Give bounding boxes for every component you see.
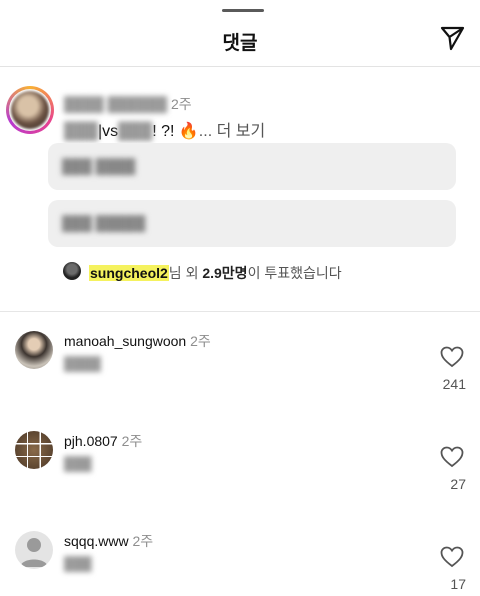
comment-time: 2주 xyxy=(121,433,143,449)
heart-icon[interactable] xyxy=(440,346,464,368)
comment-item: manoah_sungwoon 2주 ████ 241 xyxy=(0,312,480,412)
like-count: 241 xyxy=(442,376,466,392)
comment-text: ███ xyxy=(64,456,92,471)
poll-question-tail: ! ?! 🔥 xyxy=(152,123,199,140)
like-count: 17 xyxy=(450,576,466,592)
comment-header: sqqq.www 2주 xyxy=(64,531,153,551)
sheet-header: 댓글 xyxy=(0,0,480,66)
poll-option-2-label: ███ █████ xyxy=(62,215,146,231)
send-icon[interactable] xyxy=(438,24,466,52)
heart-icon[interactable] xyxy=(440,446,464,468)
poll-comment: ████ ██████ 2주 ███|vs███! ?! 🔥... 더 보기 █… xyxy=(0,67,480,311)
poll-question: ███|vs███! ?! 🔥... 더 보기 xyxy=(64,117,265,141)
comment-header: manoah_sungwoon 2주 xyxy=(64,331,211,351)
voter-avatar xyxy=(63,262,81,280)
comment-time: 2주 xyxy=(190,333,211,349)
story-avatar[interactable] xyxy=(6,86,54,134)
poll-voters[interactable]: sungcheol2님 외 2.9만명이 투표했습니다 xyxy=(89,263,342,283)
comment-header: pjh.0807 2주 xyxy=(64,431,142,451)
comment-item: sqqq.www 2주 ███ 17 xyxy=(0,512,480,596)
poll-option-2[interactable]: ███ █████ xyxy=(48,200,456,247)
sheet-title: 댓글 xyxy=(222,33,258,54)
avatar[interactable] xyxy=(15,431,53,469)
comment-username[interactable]: sqqq.www xyxy=(64,533,129,549)
poll-question-mid: |vs xyxy=(98,123,119,140)
comment-text: ████ xyxy=(64,356,101,371)
comment-username[interactable]: manoah_sungwoon xyxy=(64,333,186,349)
voters-suffix-start: 님 외 xyxy=(168,265,203,281)
poll-question-blur-2: ███ xyxy=(118,123,153,140)
avatar[interactable] xyxy=(15,331,53,369)
poll-time: 2주 xyxy=(170,96,192,112)
voters-count: 2.9만명 xyxy=(202,265,248,281)
poll-option-1-label: ███ ████ xyxy=(62,158,136,174)
poll-question-blur: ███ xyxy=(64,123,99,140)
comment-time: 2주 xyxy=(132,533,154,549)
poll-header: ████ ██████ 2주 xyxy=(64,94,192,114)
poll-username[interactable]: ████ ██████ xyxy=(64,96,167,112)
like-count: 27 xyxy=(450,476,466,492)
voters-suffix-end: 이 투표했습니다 xyxy=(247,265,342,281)
avatar[interactable] xyxy=(15,531,53,569)
comment-username[interactable]: pjh.0807 xyxy=(64,433,118,449)
comment-text: ███ xyxy=(64,556,92,571)
see-more-link[interactable]: ... 더 보기 xyxy=(199,123,265,140)
poll-option-1[interactable]: ███ ████ xyxy=(48,143,456,190)
heart-icon[interactable] xyxy=(440,546,464,568)
comment-item: pjh.0807 2주 ███ 27 xyxy=(0,412,480,512)
voter-username[interactable]: sungcheol2 xyxy=(89,265,169,281)
sheet-grabber[interactable] xyxy=(222,9,264,12)
